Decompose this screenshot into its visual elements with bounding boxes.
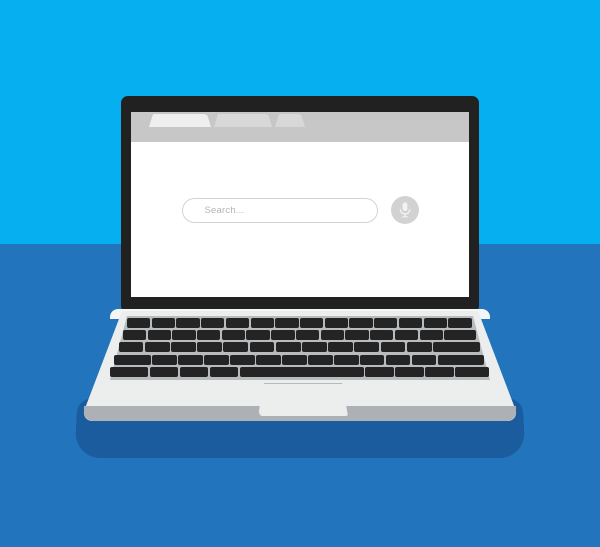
microphone-icon (399, 202, 410, 218)
voice-search-button[interactable] (390, 196, 419, 224)
keyboard-key[interactable] (151, 318, 176, 328)
keyboard-key[interactable] (109, 366, 149, 377)
keyboard-key[interactable] (380, 342, 406, 353)
illustration-canvas: Search... (0, 0, 600, 547)
keyboard-key[interactable] (239, 366, 364, 377)
keyboard-key[interactable] (349, 318, 373, 328)
keyboard-key[interactable] (204, 354, 229, 365)
keyboard-key[interactable] (196, 330, 221, 341)
keyboard-key[interactable] (406, 342, 432, 353)
keyboard[interactable] (109, 318, 490, 378)
keyboard-row[interactable] (109, 366, 490, 378)
search-input[interactable]: Search... (181, 197, 378, 223)
keyboard-key[interactable] (179, 366, 209, 377)
keyboard-key[interactable] (149, 366, 179, 377)
keyboard-key[interactable] (334, 354, 359, 365)
keyboard-key[interactable] (444, 330, 476, 341)
keyboard-key[interactable] (230, 354, 255, 365)
keyboard-key[interactable] (201, 318, 225, 328)
keyboard-key[interactable] (114, 354, 152, 365)
keyboard-key[interactable] (275, 318, 299, 328)
keyboard-key[interactable] (437, 354, 485, 365)
keyboard-key[interactable] (455, 366, 489, 377)
keyboard-key[interactable] (271, 330, 295, 341)
browser-tab-1[interactable] (149, 114, 211, 127)
keyboard-key[interactable] (223, 342, 249, 353)
keyboard-key[interactable] (249, 342, 275, 353)
keyboard-key[interactable] (365, 366, 394, 377)
keyboard-key[interactable] (370, 330, 394, 341)
keyboard-key[interactable] (324, 318, 349, 328)
browser-page-content: Search... (131, 142, 469, 297)
keyboard-key[interactable] (225, 318, 250, 328)
keyboard-key[interactable] (221, 330, 246, 341)
keyboard-key[interactable] (118, 342, 144, 353)
search-row: Search... (131, 196, 469, 224)
keyboard-key[interactable] (359, 354, 385, 365)
keyboard-key[interactable] (176, 318, 200, 328)
keyboard-key[interactable] (394, 330, 419, 341)
keyboard-key[interactable] (354, 342, 380, 353)
keyboard-key[interactable] (122, 330, 147, 341)
laptop-screen: Search... (131, 112, 469, 297)
keyboard-key[interactable] (301, 342, 327, 353)
keyboard-key[interactable] (395, 366, 424, 377)
keyboard-key[interactable] (275, 342, 301, 353)
keyboard-key[interactable] (411, 354, 437, 365)
keyboard-key[interactable] (295, 330, 320, 341)
keyboard-key[interactable] (147, 330, 171, 341)
keyboard-key[interactable] (385, 354, 411, 365)
keyboard-key[interactable] (448, 318, 472, 328)
keyboard-key[interactable] (152, 354, 177, 365)
browser-tab-3[interactable] (275, 114, 305, 127)
browser-tab-bar (131, 112, 469, 127)
keyboard-key[interactable] (308, 354, 333, 365)
keyboard-key[interactable] (282, 354, 307, 365)
keyboard-key[interactable] (419, 330, 443, 341)
keyboard-key[interactable] (250, 318, 274, 328)
keyboard-key[interactable] (209, 366, 239, 377)
keyboard-row[interactable] (118, 342, 482, 353)
keyboard-key[interactable] (126, 318, 151, 328)
keyboard-key[interactable] (197, 342, 222, 353)
browser-tab-2[interactable] (214, 114, 272, 127)
keyboard-key[interactable] (423, 318, 447, 328)
keyboard-key[interactable] (374, 318, 398, 328)
keyboard-key[interactable] (172, 330, 196, 341)
trackpad-surface[interactable] (261, 385, 345, 414)
keyboard-row[interactable] (126, 318, 473, 329)
keyboard-key[interactable] (144, 342, 170, 353)
browser-nav-bar (131, 127, 469, 156)
keyboard-key[interactable] (178, 354, 203, 365)
keyboard-row[interactable] (122, 330, 478, 341)
keyboard-key[interactable] (345, 330, 369, 341)
keyboard-key[interactable] (256, 354, 281, 365)
keyboard-key[interactable] (170, 342, 196, 353)
keyboard-key[interactable] (398, 318, 423, 328)
keyboard-key[interactable] (328, 342, 353, 353)
keyboard-key[interactable] (300, 318, 324, 328)
keyboard-row[interactable] (114, 354, 486, 366)
keyboard-key[interactable] (425, 366, 454, 377)
search-placeholder-text: Search... (204, 204, 245, 216)
keyboard-key[interactable] (320, 330, 344, 341)
keyboard-key[interactable] (432, 342, 481, 353)
keyboard-key[interactable] (246, 330, 270, 341)
